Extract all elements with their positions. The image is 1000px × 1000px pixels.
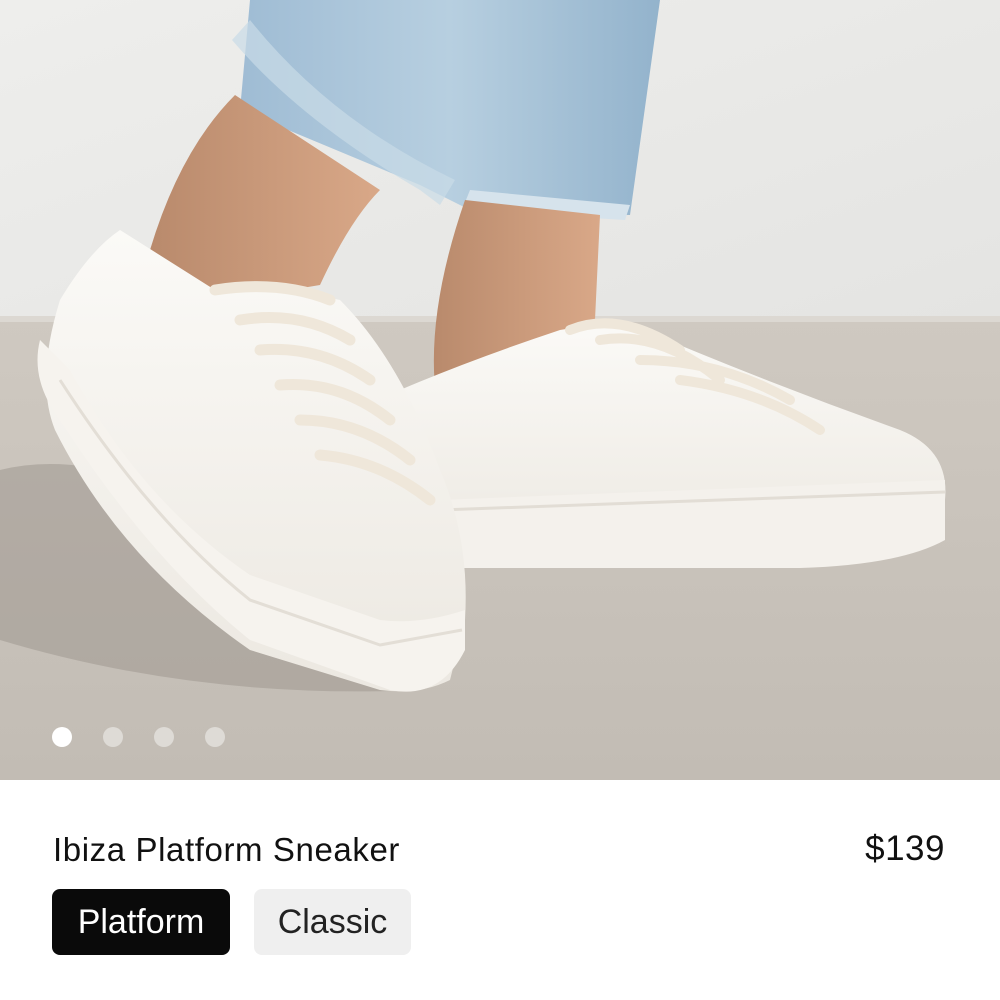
carousel-dot-3[interactable] — [154, 727, 174, 747]
variant-option-platform[interactable]: Platform — [52, 889, 230, 955]
carousel-dot-1[interactable] — [52, 727, 72, 747]
variant-selector: Platform Classic — [52, 889, 411, 955]
carousel-dot-2[interactable] — [103, 727, 123, 747]
product-photo — [0, 0, 1000, 780]
product-image-carousel[interactable] — [0, 0, 1000, 780]
carousel-pagination — [52, 727, 225, 747]
product-title: Ibiza Platform Sneaker — [53, 831, 401, 868]
variant-option-classic[interactable]: Classic — [254, 889, 411, 955]
carousel-dot-4[interactable] — [205, 727, 225, 747]
product-price: $139 — [865, 829, 945, 868]
